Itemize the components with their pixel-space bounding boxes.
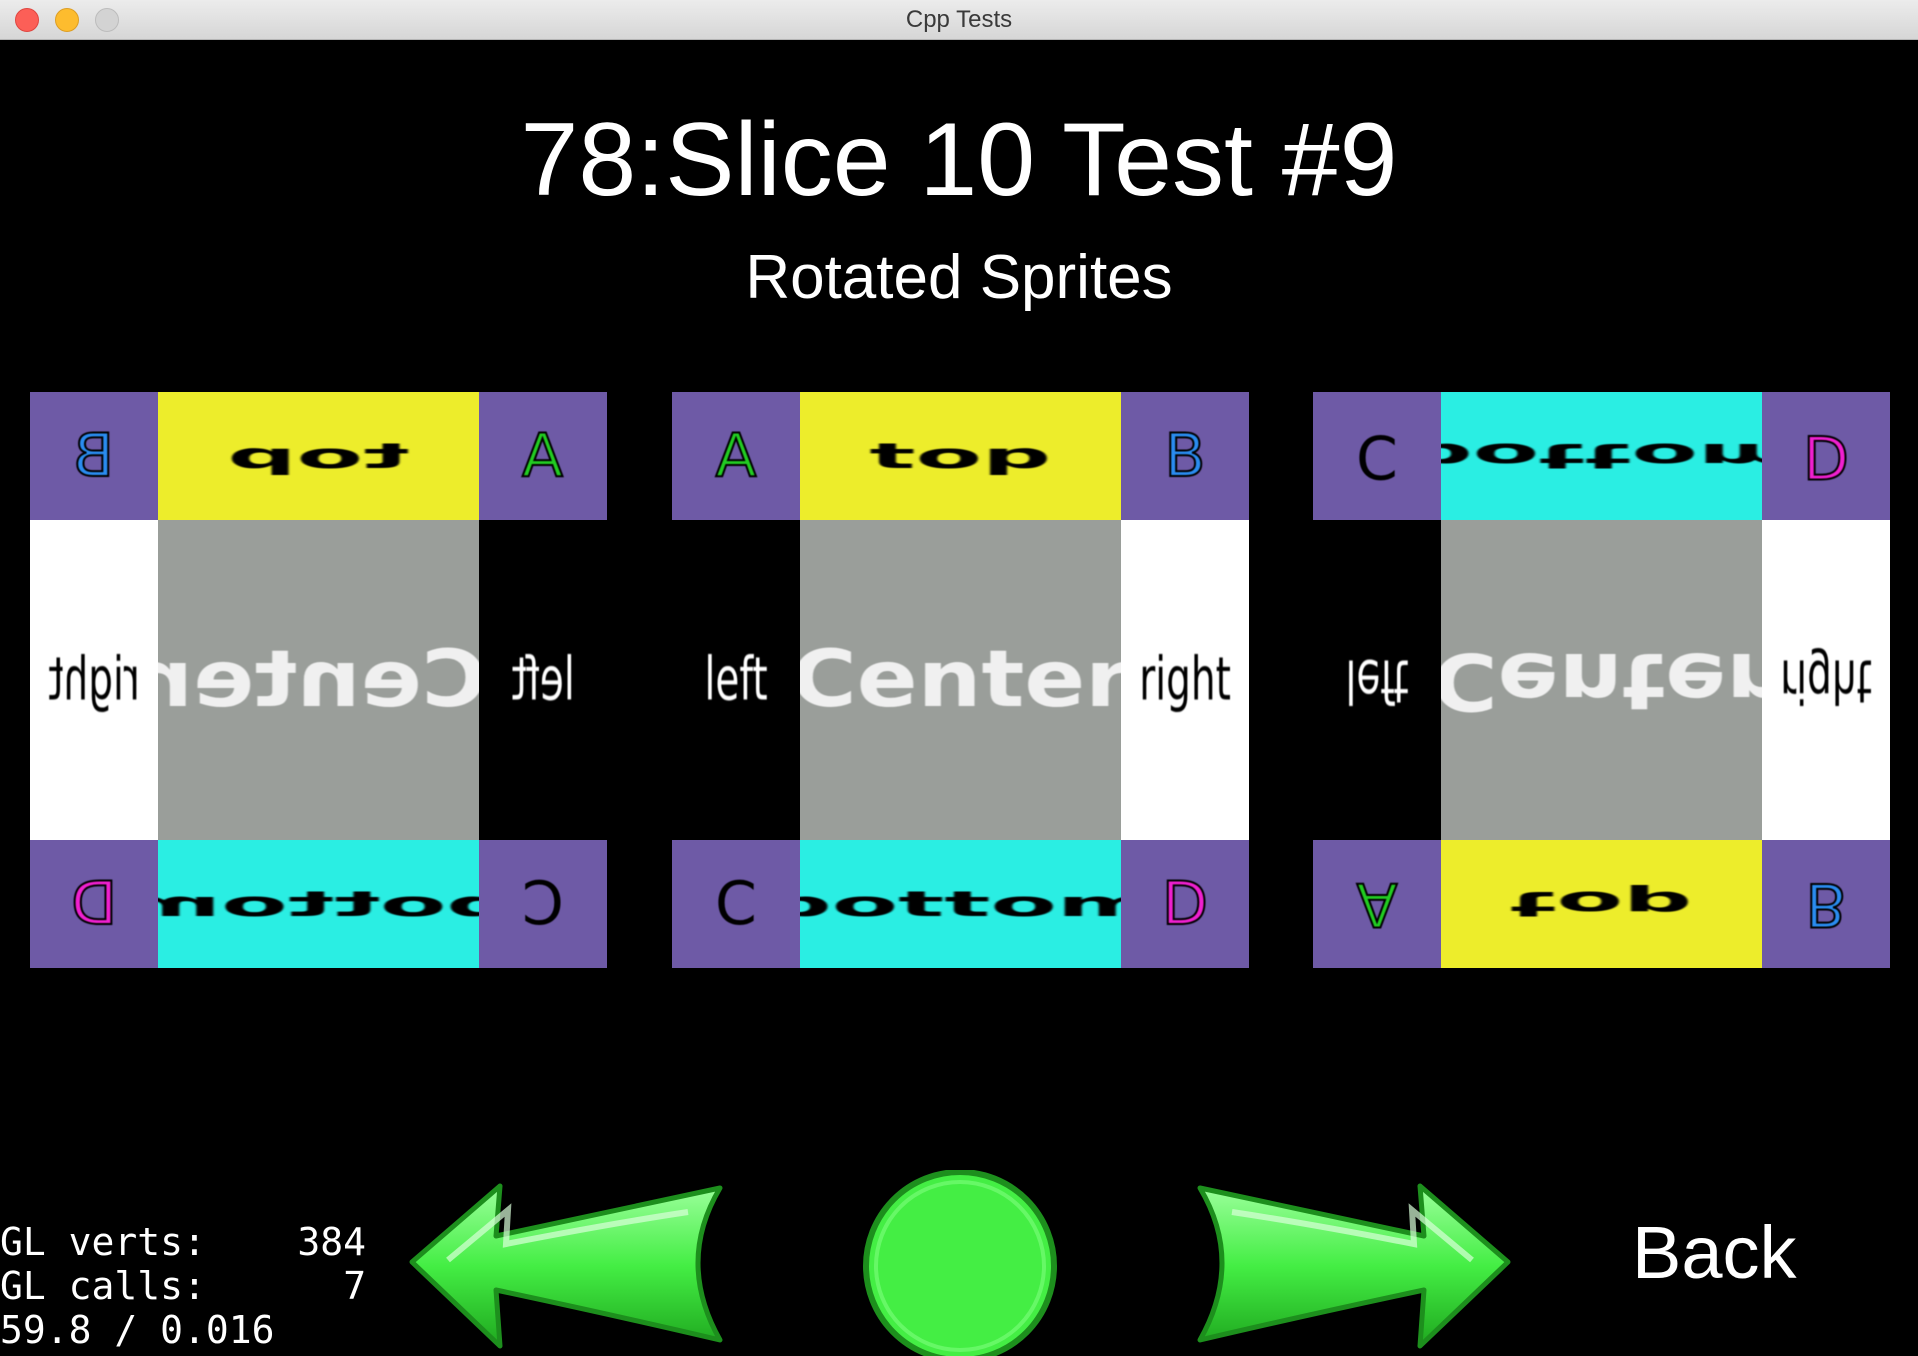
back-button[interactable]: Back <box>1632 1208 1797 1298</box>
right-arrow-icon <box>1197 1183 1511 1349</box>
edge-right: right <box>1762 520 1890 840</box>
corner-br: C <box>479 840 607 968</box>
corner-bl-label: D <box>70 868 118 940</box>
corner-tr: B <box>1121 392 1249 520</box>
edge-top-label: bottom <box>1441 435 1762 477</box>
corner-br-label: B <box>1804 868 1847 940</box>
edge-right-label: right <box>1139 645 1231 715</box>
edge-right: right <box>1121 520 1249 840</box>
gl-calls-label: GL calls: <box>0 1264 206 1308</box>
slice-sprite-1: B A D Ctop bottom right left Center <box>30 392 607 968</box>
game-scene: 78:Slice 10 Test #9 Rotated Sprites BADC… <box>0 40 1918 1356</box>
edge-right-label: left <box>511 645 575 715</box>
edge-bottom: top <box>1441 840 1762 968</box>
corner-tr: D <box>1762 392 1890 520</box>
corner-tr: A <box>479 392 607 520</box>
edge-bottom-label: bottom <box>158 883 479 925</box>
corner-bl-label: C <box>715 869 757 939</box>
corner-tl-label: B <box>72 420 115 492</box>
center-region: Center <box>1441 520 1762 840</box>
corner-br-label: C <box>522 869 564 939</box>
edge-top: top <box>800 392 1121 520</box>
left-arrow-icon <box>409 1183 723 1349</box>
edge-left-label: right <box>48 645 140 715</box>
edge-left-label: left <box>704 645 768 715</box>
edge-left-label: left <box>1345 645 1409 715</box>
edge-bottom: bottom <box>800 840 1121 968</box>
window-title: Cpp Tests <box>905 6 1013 33</box>
corner-bl: D <box>30 840 158 968</box>
fps-readout: 59.8 / 0.016 <box>0 1308 275 1352</box>
corner-tr-label: D <box>1802 420 1850 492</box>
corner-bl: C <box>672 840 800 968</box>
edge-top: bottom <box>1441 392 1762 520</box>
corner-tr-label: A <box>521 420 564 492</box>
slice-sprite-3: C D A Bbottom top left right Center <box>1313 392 1890 968</box>
prev-test-button[interactable] <box>408 1170 728 1356</box>
edge-bottom: bottom <box>158 840 479 968</box>
edge-top-label: top <box>869 435 1052 477</box>
edge-right: left <box>479 520 607 840</box>
corner-bl: A <box>1313 840 1441 968</box>
center-region-label: Center <box>1441 635 1762 725</box>
center-region-label: Center <box>800 635 1121 725</box>
next-test-button[interactable] <box>1192 1170 1512 1356</box>
window-titlebar: Cpp Tests <box>0 0 1918 40</box>
center-region-label: Center <box>158 635 479 725</box>
edge-top-label: top <box>227 435 410 477</box>
corner-tl: A <box>672 392 800 520</box>
test-subtitle: Rotated Sprites <box>745 243 1173 312</box>
gl-verts-label: GL verts: <box>0 1220 206 1264</box>
corner-tl-label: A <box>714 420 757 492</box>
restart-circle-icon <box>863 1170 1057 1356</box>
test-title: 78:Slice 10 Test #9 <box>520 102 1398 218</box>
corner-br-label: D <box>1161 868 1209 940</box>
gl-stats: GL verts: 384 GL calls: 7 59.8 / 0.016 <box>0 1220 366 1352</box>
gl-calls-value: 7 <box>343 1264 367 1308</box>
edge-left: right <box>30 520 158 840</box>
center-region: Center <box>800 520 1121 840</box>
slice-sprite-2: A B C Dtop bottom left right Center <box>672 392 1249 968</box>
edge-left: left <box>1313 520 1441 840</box>
corner-br: B <box>1762 840 1890 968</box>
edge-top: top <box>158 392 479 520</box>
edge-left: left <box>672 520 800 840</box>
center-region: Center <box>158 520 479 840</box>
corner-tl-label: C <box>1356 421 1398 491</box>
corner-tl: B <box>30 392 158 520</box>
gl-verts-value: 384 <box>297 1220 367 1264</box>
edge-right-label: right <box>1780 645 1872 715</box>
edge-bottom-label: top <box>1510 883 1693 925</box>
edge-bottom-label: bottom <box>800 883 1121 925</box>
restart-test-button[interactable] <box>860 1170 1060 1356</box>
corner-bl-label: A <box>1355 868 1398 940</box>
corner-br: D <box>1121 840 1249 968</box>
corner-tr-label: B <box>1163 420 1206 492</box>
corner-tl: C <box>1313 392 1441 520</box>
